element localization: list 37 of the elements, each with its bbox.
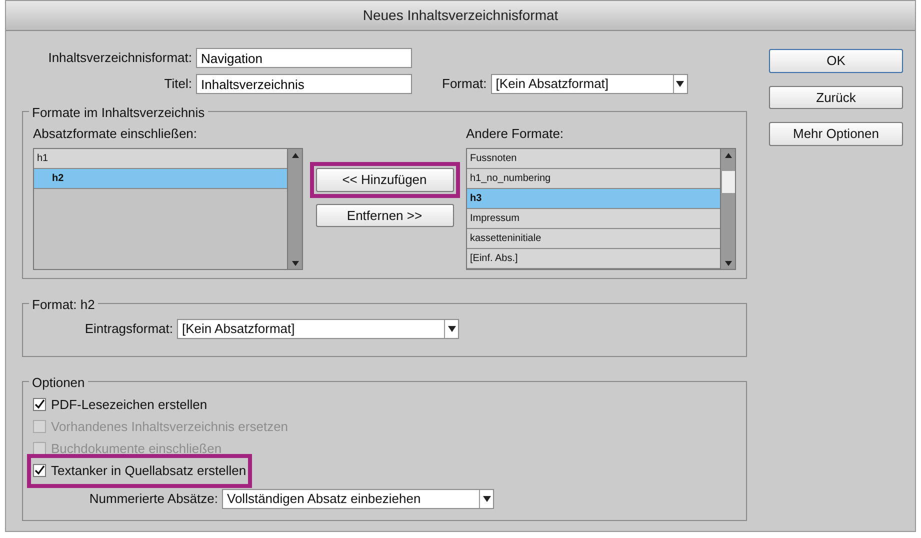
dropdown-arrow-icon [448, 326, 456, 332]
list-item[interactable]: Fussnoten [467, 148, 720, 168]
scrollbar[interactable] [287, 148, 302, 268]
checkbox[interactable] [33, 398, 46, 411]
field-label: Format: [442, 75, 487, 94]
entry-format-select[interactable]: [Kein Absatzformat] [177, 318, 459, 338]
list-item[interactable]: h3 [467, 188, 720, 208]
checkbox-label: Vorhandenes Inhaltsverzeichnis ersetzen [51, 418, 288, 436]
list-item[interactable]: [Einf. Abs.] [467, 248, 720, 268]
dialog-button[interactable]: Mehr Optionen [769, 122, 903, 146]
dialog-button[interactable]: Zurück [769, 86, 903, 109]
dropdown-arrow-icon [482, 496, 490, 502]
dropdown-arrow-icon [676, 81, 684, 87]
list-item[interactable]: h1_no_numbering [467, 168, 720, 188]
list-label: Andere Formate: [466, 125, 565, 143]
checkbox-label: Buchdokumente einschließen [51, 440, 222, 458]
field-label: Eintragsformat: [84, 320, 173, 338]
list-item[interactable]: h2 [34, 168, 287, 188]
numbered-select[interactable]: Vollständigen Absatz einbeziehen [222, 488, 494, 508]
list-item[interactable]: kassetteninitiale [467, 228, 720, 248]
text-field[interactable]: Navigation [196, 48, 412, 68]
action-button[interactable]: Entfernen >> [316, 204, 454, 227]
field-label: Titel: [163, 75, 192, 94]
format-select[interactable]: [Kein Absatzformat] [490, 74, 688, 94]
list-item[interactable]: Impressum [467, 208, 720, 228]
field-label: Inhaltsverzeichnisformat: [47, 49, 192, 68]
checkbox-label: PDF-Lesezeichen erstellen [51, 396, 208, 414]
checkbox[interactable] [33, 464, 46, 477]
dialog-button[interactable]: OK [769, 49, 903, 72]
scrollbar[interactable] [720, 148, 735, 268]
window-title: Neues Inhaltsverzeichnisformat [362, 6, 558, 25]
action-button[interactable]: << Hinzufügen [316, 168, 454, 192]
list-item[interactable]: h1 [34, 148, 287, 168]
checkbox-label: Textanker in Quellabsatz erstellen [51, 462, 246, 480]
text-field[interactable]: Inhaltsverzeichnis [196, 74, 412, 94]
list-label: Absatzformate einschließen: [33, 125, 198, 143]
field-label: Nummerierte Absätze: [88, 490, 218, 508]
